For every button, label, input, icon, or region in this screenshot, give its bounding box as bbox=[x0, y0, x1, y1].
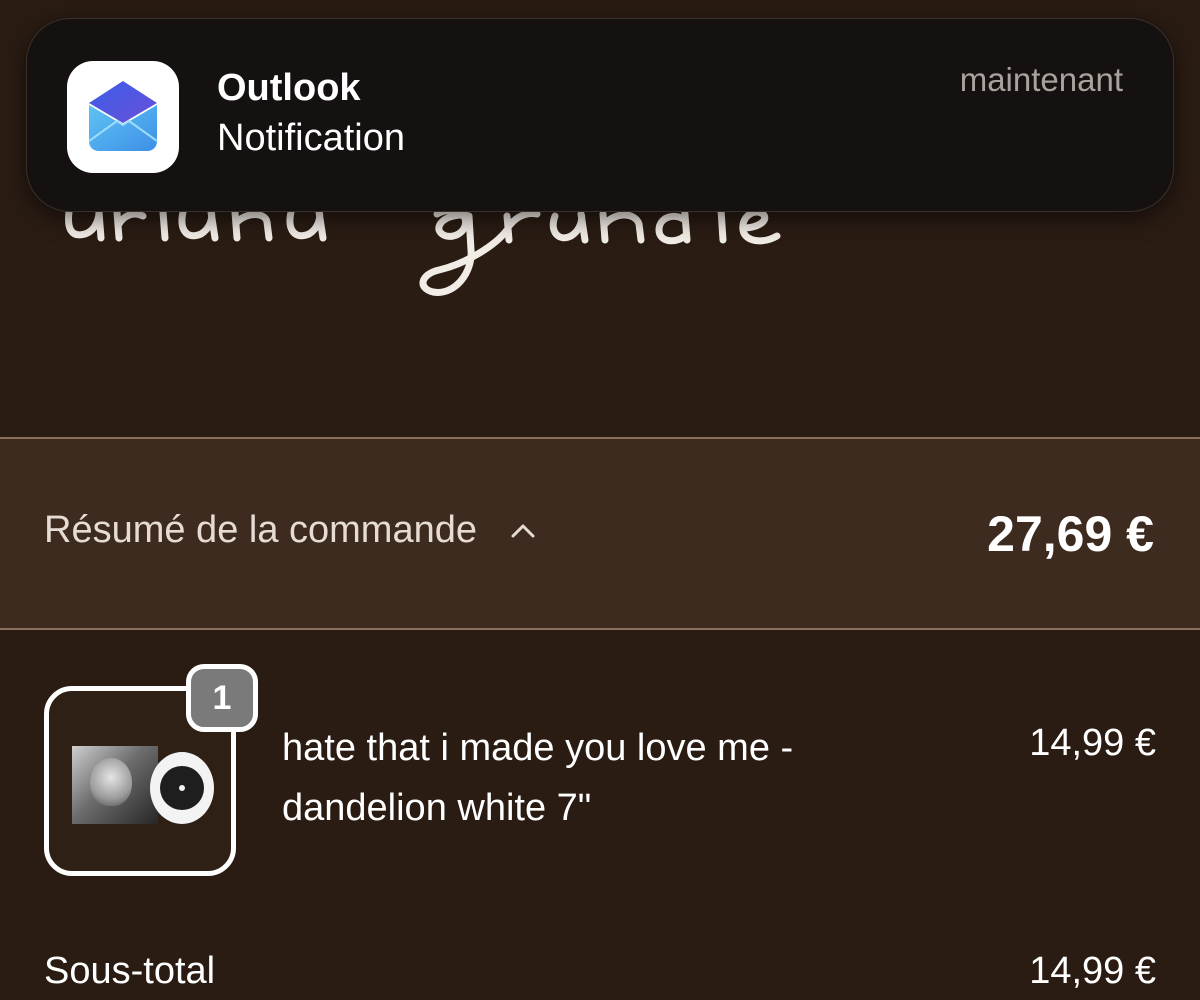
album-cover-image bbox=[72, 746, 158, 824]
notification-body: Notification bbox=[217, 117, 405, 159]
outlook-app-icon bbox=[67, 61, 179, 173]
quantity-badge: 1 bbox=[186, 664, 258, 732]
order-summary-toggle[interactable]: Résumé de la commande bbox=[44, 509, 537, 552]
order-summary-bar: Résumé de la commande 27,69 € bbox=[0, 437, 1200, 630]
subtotal-label: Sous-total bbox=[44, 950, 216, 992]
notification-time: maintenant bbox=[959, 61, 1123, 98]
chevron-up-icon bbox=[511, 524, 535, 537]
vinyl-record-image bbox=[150, 752, 214, 824]
order-total: 27,69 € bbox=[987, 506, 1154, 562]
subtotal-value: 14,99 € bbox=[1029, 950, 1156, 992]
product-name-line-1: hate that i made you love me - bbox=[282, 727, 794, 769]
checkout-page: Outlook Notification maintenant Résumé d… bbox=[0, 0, 1200, 1000]
notification-app-name: Outlook bbox=[217, 67, 361, 109]
order-summary-label: Résumé de la commande bbox=[44, 509, 477, 551]
product-name: hate that i made you love me - dandelion… bbox=[282, 718, 922, 838]
product-name-line-2: dandelion white 7" bbox=[282, 787, 592, 829]
outlook-notification-banner[interactable]: Outlook Notification maintenant bbox=[26, 18, 1174, 212]
product-price: 14,99 € bbox=[1029, 722, 1156, 764]
